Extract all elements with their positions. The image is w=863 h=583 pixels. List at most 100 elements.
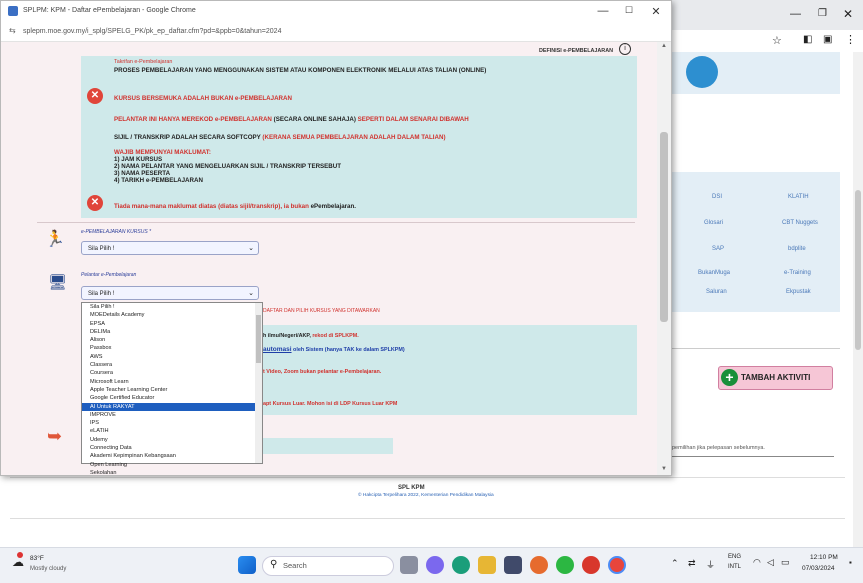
- menu-icon[interactable]: ⋮: [845, 33, 856, 46]
- dropdown-option[interactable]: Akademi Kepimpinan Kebangsaan: [82, 452, 262, 460]
- dropdown-option[interactable]: Sila Pilih !: [82, 303, 262, 311]
- star-icon[interactable]: ☆: [772, 34, 782, 47]
- store-icon[interactable]: [504, 556, 522, 574]
- popup-maximize-icon[interactable]: ☐: [617, 5, 641, 16]
- dropdown-option[interactable]: Sekolahan: [82, 469, 262, 475]
- search-box[interactable]: ⚲ Search: [262, 556, 394, 576]
- tambah-aktiviti-button[interactable]: + TAMBAH AKTIVITI: [718, 366, 833, 390]
- popup-minimize-icon[interactable]: —: [591, 5, 615, 17]
- dropdown-option[interactable]: IPS: [82, 419, 262, 427]
- tambah-aktiviti-label: TAMBAH AKTIVITI: [741, 373, 811, 382]
- edge-icon[interactable]: [452, 556, 470, 574]
- divider: [670, 348, 840, 349]
- dropdown-option[interactable]: AI Untuk RAKYAT: [82, 402, 262, 411]
- task-view-icon[interactable]: [400, 556, 418, 574]
- restore-icon[interactable]: ❐: [818, 8, 827, 19]
- scroll-down-icon[interactable]: ▼: [661, 466, 667, 472]
- dropdown-options: Sila Pilih ! MOEDetails Academy EPSA DELIMa…: [82, 303, 262, 475]
- background-scrollbar-thumb[interactable]: [855, 190, 861, 350]
- clock-time[interactable]: 12:10 PM: [810, 554, 838, 561]
- type-select[interactable]: Sila Pilih ! ⌄: [81, 241, 259, 255]
- weather-badge: [17, 552, 23, 558]
- whatsapp-icon[interactable]: [556, 556, 574, 574]
- popup-title: SPLPM: KPM - Daftar ePembelajaran - Goog…: [23, 7, 196, 14]
- dropdown-option[interactable]: Coursera: [82, 369, 262, 377]
- windows-start-icon[interactable]: [238, 556, 256, 574]
- dropdown-option[interactable]: Alison: [82, 336, 262, 344]
- firefox-icon[interactable]: [530, 556, 548, 574]
- input-box[interactable]: [263, 438, 393, 454]
- popup-close-icon[interactable]: ✕: [644, 5, 668, 18]
- dropdown-option[interactable]: Classera: [82, 361, 262, 369]
- dropdown-option[interactable]: Passbox: [82, 344, 262, 352]
- show-hidden-icons[interactable]: ⌃: [671, 558, 679, 569]
- app-icon[interactable]: [582, 556, 600, 574]
- info-icon[interactable]: i: [619, 43, 631, 55]
- footer-title: SPL KPM: [398, 485, 425, 491]
- weather-desc[interactable]: Mostly cloudy: [30, 566, 66, 572]
- link-5[interactable]: SAP: [712, 246, 724, 252]
- scroll-up-icon[interactable]: ▲: [661, 43, 667, 49]
- dropdown-option[interactable]: eLATIH: [82, 427, 262, 435]
- back-arrow-icon[interactable]: ➥: [47, 426, 62, 447]
- dropdown-option[interactable]: EPSA: [82, 320, 262, 328]
- wifi-icon[interactable]: ◠: [753, 557, 761, 568]
- cross-icon: ✕: [87, 88, 103, 104]
- platform-select-value: Sila Pilih !: [88, 291, 115, 297]
- sidepanel-icon[interactable]: ◧: [803, 34, 812, 45]
- dropdown-option[interactable]: Google Certified Educator: [82, 394, 262, 402]
- dropdown-option[interactable]: Apple Teacher Learning Center: [82, 386, 262, 394]
- link-7[interactable]: BukanMuga: [698, 270, 730, 276]
- info-heading: PROSES PEMBELAJARAN YANG MENGGUNAKAN SIS…: [114, 67, 487, 74]
- info-footer: Tiada mana-mana maklumat diatas (diatas …: [114, 203, 356, 210]
- weather-temp[interactable]: 83°F: [30, 555, 44, 562]
- clock-date[interactable]: 07/03/2024: [802, 565, 835, 572]
- dropdown-option[interactable]: IMPROVE: [82, 411, 262, 419]
- minimize-icon[interactable]: —: [790, 8, 801, 20]
- must-item: 3) NAMA PESERTA: [114, 170, 171, 177]
- notification-icon[interactable]: ▪: [849, 558, 852, 567]
- link-8[interactable]: e-Training: [784, 270, 811, 276]
- link-4[interactable]: CBT Nuggets: [782, 220, 818, 226]
- type-select-value: Sila Pilih !: [88, 246, 115, 252]
- links-panel: [670, 172, 840, 312]
- tray-icon[interactable]: ⏚: [706, 558, 715, 571]
- link-1[interactable]: DSI: [712, 194, 722, 200]
- dropdown-option[interactable]: Connecting Data: [82, 444, 262, 452]
- site-info-icon[interactable]: ⇆: [9, 26, 16, 35]
- note-c-2: bukan pelantar e-Pembelajaran.: [300, 369, 382, 375]
- lang-bottom[interactable]: INTL: [728, 564, 741, 570]
- platform-dropdown-list[interactable]: Sila Pilih ! MOEDetails Academy EPSA DELIMa…: [81, 302, 263, 475]
- popup-scrollbar-thumb[interactable]: [660, 132, 668, 322]
- dropdown-scrollbar-thumb[interactable]: [256, 315, 261, 363]
- dropdown-option[interactable]: Microsoft Learn: [82, 378, 262, 386]
- cross-icon: ✕: [87, 195, 103, 211]
- dropdown-option[interactable]: Open Learning: [82, 461, 262, 469]
- chrome-icon[interactable]: [608, 556, 626, 574]
- profile-icon[interactable]: ▣: [823, 34, 832, 45]
- popup-address-bar[interactable]: ⇆ splepm.moe.gov.my/i_splg/SPELG_PK/pk_e…: [1, 23, 671, 42]
- popup-content: DEFINISI e-PEMBELAJARAN i Takrifan e-Pem…: [1, 42, 657, 475]
- list-note: DAFTAR DAN PILIH KURSUS YANG DITAWARKAN: [263, 308, 380, 314]
- popup-url[interactable]: splepm.moe.gov.my/i_splg/SPELG_PK/pk_ep_…: [23, 28, 281, 35]
- dropdown-option[interactable]: AWS: [82, 353, 262, 361]
- link-9[interactable]: Saluran: [706, 289, 727, 295]
- chat-icon[interactable]: [426, 556, 444, 574]
- platform-select[interactable]: Sila Pilih ! ⌄: [81, 286, 259, 300]
- dropdown-option[interactable]: MOEDetails Academy: [82, 311, 262, 319]
- network-tray-icon[interactable]: ⇄: [688, 558, 696, 569]
- file-explorer-icon[interactable]: [478, 556, 496, 574]
- battery-icon[interactable]: ▭: [781, 557, 790, 568]
- popup-scrollbar[interactable]: ▲ ▼: [657, 42, 671, 475]
- dropdown-option[interactable]: Udemy: [82, 436, 262, 444]
- must-item: 4) TARIKH e-PEMBELAJARAN: [114, 177, 203, 184]
- lang-top[interactable]: ENG: [728, 554, 741, 560]
- dropdown-option[interactable]: DELIMa: [82, 328, 262, 336]
- logo-icon: [686, 56, 718, 88]
- link-3[interactable]: Glosari: [704, 220, 723, 226]
- volume-icon[interactable]: ◁: [767, 557, 774, 568]
- link-10[interactable]: Ekpustak: [786, 289, 811, 295]
- link-6[interactable]: bdplite: [788, 246, 806, 252]
- close-icon[interactable]: ✕: [843, 7, 853, 21]
- link-2[interactable]: KLATIH: [788, 194, 809, 200]
